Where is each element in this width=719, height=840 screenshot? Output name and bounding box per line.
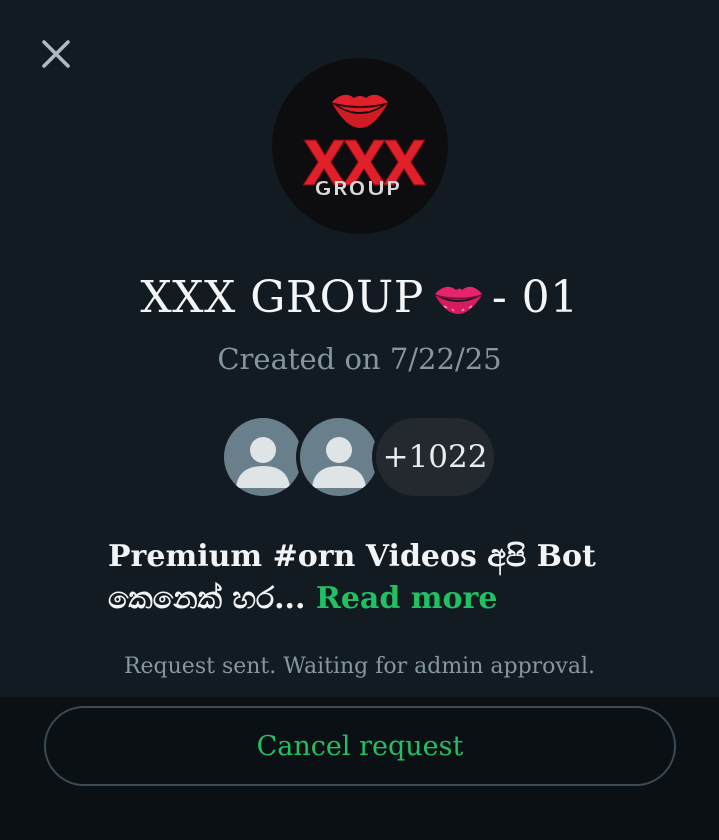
group-created-date: Created on 7/22/25: [217, 342, 502, 376]
member-avatar: [220, 414, 306, 500]
close-icon: [42, 40, 70, 68]
group-title: XXX GROUP - 01: [0, 272, 719, 323]
default-avatar-icon: [236, 437, 290, 488]
xxx-group-logo: [302, 94, 427, 195]
read-more-link[interactable]: Read more: [316, 581, 498, 616]
group-title-suffix: - 01: [491, 272, 579, 323]
group-description: Premium #orn Videos අපි Bot කෙනෙක් හර...…: [108, 536, 628, 620]
group-avatar[interactable]: [272, 58, 448, 234]
request-status-text: Request sent. Waiting for admin approval…: [123, 654, 596, 679]
kiss-mark-icon: [434, 286, 482, 314]
member-count-badge: +1022: [372, 414, 498, 500]
cancel-request-button[interactable]: Cancel request: [44, 706, 676, 786]
member-count-text: +1022: [376, 418, 494, 496]
close-button[interactable]: [38, 36, 74, 72]
group-title-text: XXX GROUP: [140, 272, 424, 323]
member-avatar: [296, 414, 382, 500]
default-avatar-icon: [312, 437, 366, 488]
